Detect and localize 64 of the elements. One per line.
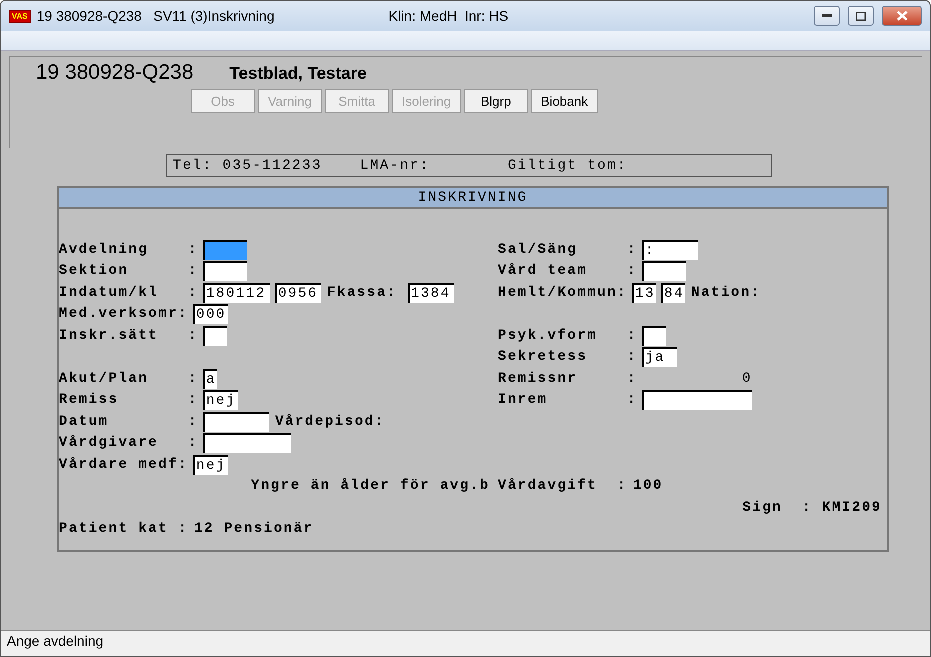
field-label: Indatum/kl :	[59, 284, 198, 301]
input-field[interactable]: nej	[203, 390, 238, 410]
input-field[interactable]	[203, 412, 270, 432]
field-value: 0	[741, 370, 752, 387]
field-label: Avdelning :	[59, 242, 198, 258]
phone-text: Tel: 035-112233	[173, 158, 322, 174]
field-label: Med.verksomr:	[59, 306, 188, 322]
field-label: Psyk.vform :	[498, 328, 638, 344]
window-title: 19 380928-Q238 SV11 (3)Inskrivning	[36, 8, 275, 24]
status-text: Ange avdelning	[7, 633, 104, 649]
form-note: Yngre än ålder för avg.b	[251, 478, 490, 494]
close-button[interactable]	[882, 6, 922, 26]
flag-button[interactable]: Blgrp	[464, 89, 528, 113]
field-label: Vård team :	[498, 263, 638, 280]
field-text: Nation:	[691, 284, 762, 301]
field-label: Inrem :	[498, 392, 638, 408]
field-label: Datum :	[59, 414, 198, 430]
field-text: Vårdepisod:	[275, 414, 385, 430]
input-field[interactable]	[642, 261, 686, 282]
maximize-icon	[856, 12, 866, 20]
field-value: 12 Pensionär	[194, 521, 314, 538]
app-badge: VAS	[9, 10, 31, 22]
lma-label: LMA-nr:	[360, 158, 430, 174]
field-label: Patient kat :	[59, 521, 188, 538]
field-text: Fkassa:	[327, 284, 397, 301]
field-label: Remissnr :	[498, 370, 638, 387]
minimize-button[interactable]	[814, 6, 840, 26]
form-note: Sign : KMI209	[742, 500, 882, 516]
patient-id: 19 380928-Q238	[36, 61, 194, 84]
field-label: Hemlt/Kommun:	[498, 284, 628, 301]
field-label: Sekretess :	[498, 349, 638, 366]
field-text: 100	[633, 478, 664, 494]
input-field[interactable]	[203, 240, 248, 260]
input-field[interactable]: 13	[632, 282, 656, 303]
field-label: Vårdgivare :	[59, 435, 198, 452]
input-field[interactable]: nej	[193, 454, 228, 475]
maximize-button[interactable]	[848, 6, 874, 26]
field-label: Sektion :	[59, 263, 198, 280]
field-label: Vårdavgift :	[498, 478, 628, 494]
input-field[interactable]: 0956	[275, 282, 322, 303]
input-field[interactable]	[203, 326, 228, 346]
valid-label: Giltigt tom:	[508, 158, 628, 174]
input-field[interactable]: ja	[642, 347, 678, 368]
close-icon	[896, 11, 908, 21]
input-field[interactable]	[642, 390, 752, 410]
field-label: Remiss :	[59, 392, 198, 408]
input-field[interactable]	[203, 261, 248, 282]
input-field[interactable]: :	[642, 240, 698, 260]
flag-button[interactable]: Biobank	[531, 89, 598, 113]
input-field[interactable]: 180112	[203, 282, 270, 303]
field-label: Inskr.sätt :	[59, 328, 198, 344]
input-field[interactable]: 84	[661, 282, 686, 303]
field-label: Sal/Säng :	[498, 242, 638, 258]
field-label: Akut/Plan :	[59, 370, 198, 387]
minimize-icon	[822, 14, 832, 18]
section-title: INSKRIVNING	[59, 188, 887, 209]
input-field[interactable]: a	[203, 368, 218, 389]
input-field[interactable]: 1384	[408, 282, 454, 303]
window-context: Klin: MedH Inr: HS	[388, 8, 510, 24]
field-label: Vårdare medf:	[59, 456, 188, 473]
input-field[interactable]: 000	[193, 304, 228, 324]
patient-name: Testblad, Testare	[230, 64, 367, 83]
input-field[interactable]	[642, 326, 666, 346]
input-field[interactable]	[203, 433, 292, 454]
